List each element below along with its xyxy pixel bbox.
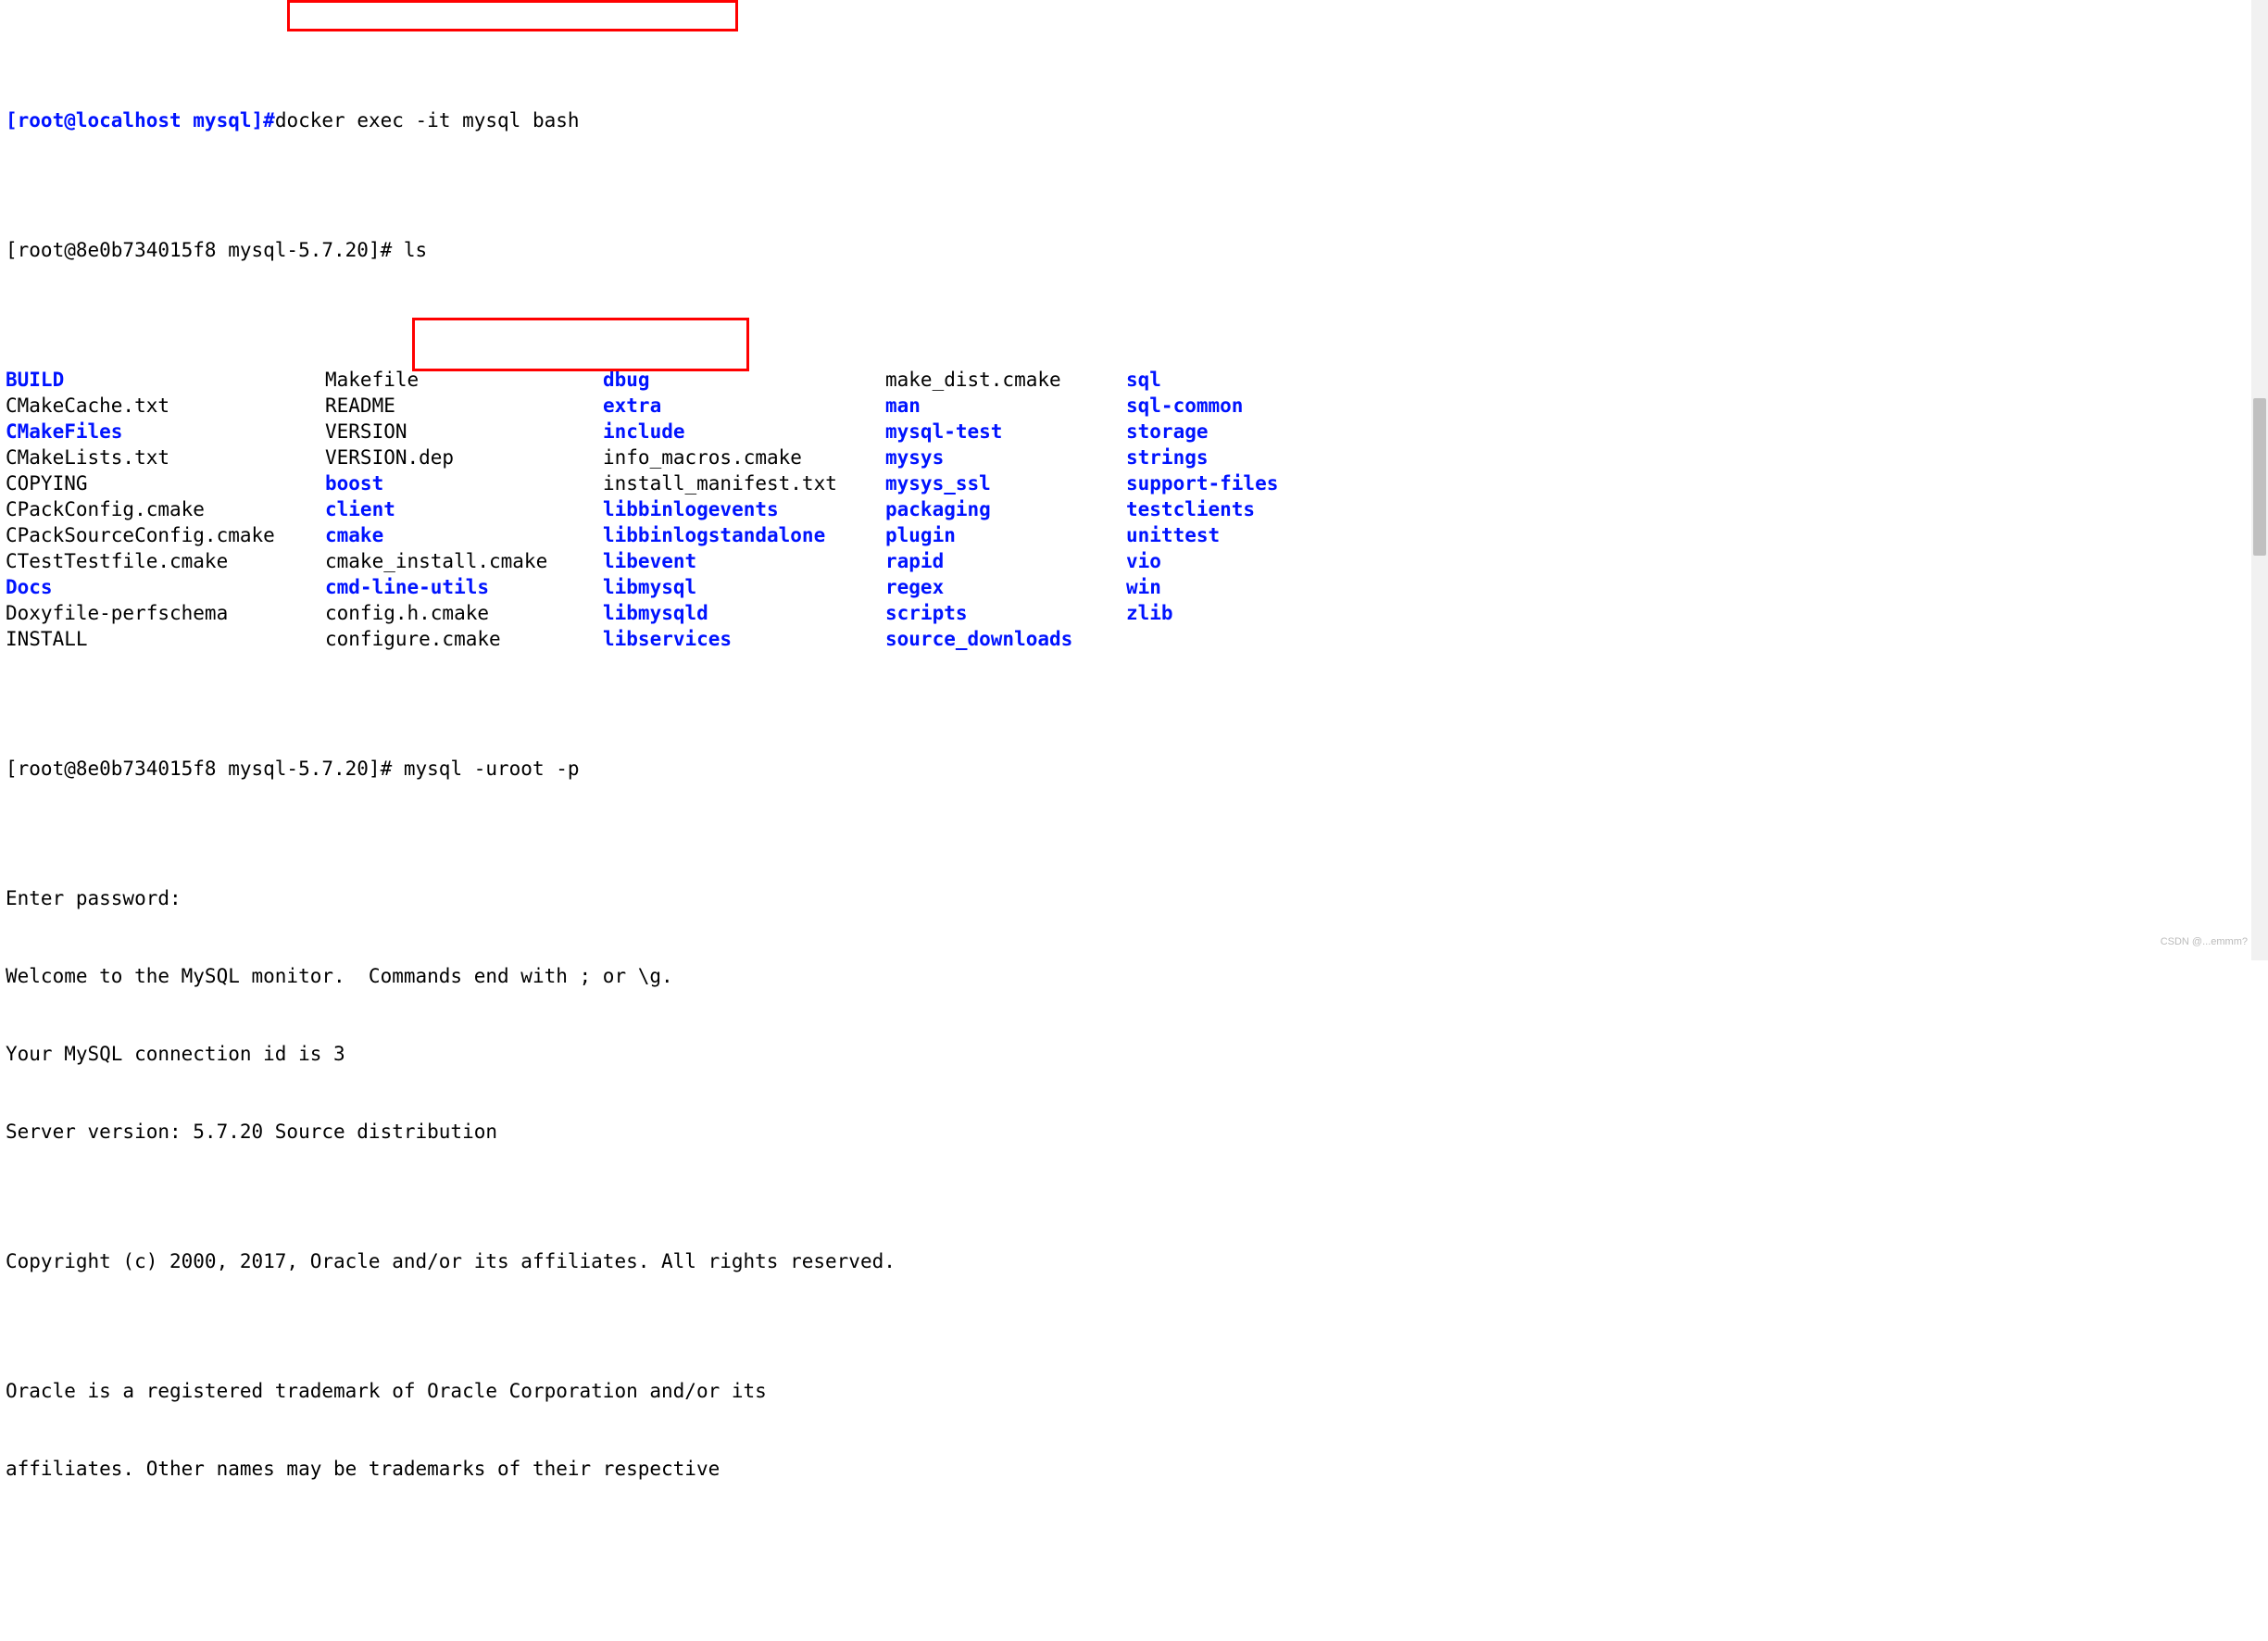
ls-item: unittest [1126, 522, 2262, 548]
ls-item: sql-common [1126, 393, 2262, 419]
prompt-line-1: [root@localhost mysql]#docker exec -it m… [6, 107, 2262, 133]
mysql-out-4: Server version: 5.7.20 Source distributi… [6, 1119, 2262, 1145]
ls-item: scripts [885, 600, 1126, 626]
ls-item: libbinlogevents [603, 496, 885, 522]
ls-item: install_manifest.txt [603, 470, 885, 496]
ls-item: source_downloads [885, 626, 1126, 652]
ls-item: vio [1126, 548, 2262, 574]
watermark: CSDN @...emmm? [2161, 929, 2248, 955]
ls-item: client [325, 496, 603, 522]
ls-item: libbinlogstandalone [603, 522, 885, 548]
ls-item: boost [325, 470, 603, 496]
prompt-line-2: [root@8e0b734015f8 mysql-5.7.20]# ls [6, 237, 2262, 263]
ls-item: config.h.cmake [325, 600, 603, 626]
ls-item: include [603, 419, 885, 445]
ls-item: Makefile [325, 367, 603, 393]
ls-item: VERSION.dep [325, 445, 603, 470]
prompt3-prefix: [root@8e0b734015f8 mysql-5.7.20]# [6, 758, 404, 780]
ls-item: zlib [1126, 600, 2262, 626]
ls-item: CPackSourceConfig.cmake [6, 522, 325, 548]
ls-item: cmake [325, 522, 603, 548]
cmd-docker-exec: docker exec -it mysql bash [275, 109, 580, 132]
ls-item: sql [1126, 367, 2262, 393]
ls-item: packaging [885, 496, 1126, 522]
ls-item: storage [1126, 419, 2262, 445]
mysql-out-6: Copyright (c) 2000, 2017, Oracle and/or … [6, 1248, 2262, 1274]
ls-item: regex [885, 574, 1126, 600]
ls-item: CMakeFiles [6, 419, 325, 445]
cmd-mysql: mysql -uroot -p [404, 758, 580, 780]
ls-listing: BUILDMakefiledbugmake_dist.cmakesql CMake… [6, 367, 2262, 652]
prompt-hash: # [263, 109, 275, 132]
ls-item: README [325, 393, 603, 419]
ls-item: cmd-line-utils [325, 574, 603, 600]
ls-item: INSTALL [6, 626, 325, 652]
ls-item: win [1126, 574, 2262, 600]
ls-item: CMakeCache.txt [6, 393, 325, 419]
terminal-output[interactable]: [root@localhost mysql]#docker exec -it m… [0, 0, 2268, 1641]
ls-item: libservices [603, 626, 885, 652]
ls-item: libmysql [603, 574, 885, 600]
mysql-out-8: Oracle is a registered trademark of Orac… [6, 1378, 2262, 1404]
prompt2-prefix: [root@8e0b734015f8 mysql-5.7.20]# [6, 239, 404, 261]
ls-item: libmysqld [603, 600, 885, 626]
ls-item: CTestTestfile.cmake [6, 548, 325, 574]
cmd-ls: ls [404, 239, 427, 261]
mysql-out-9: affiliates. Other names may be trademark… [6, 1456, 2262, 1482]
ls-item: mysys_ssl [885, 470, 1126, 496]
ls-item: extra [603, 393, 885, 419]
ls-item: make_dist.cmake [885, 367, 1126, 393]
ls-item: CPackConfig.cmake [6, 496, 325, 522]
ls-item: strings [1126, 445, 2262, 470]
scrollbar-vertical[interactable] [2251, 0, 2268, 960]
highlight-mysql-login [412, 318, 749, 371]
ls-item: COPYING [6, 470, 325, 496]
ls-item: configure.cmake [325, 626, 603, 652]
ls-item: dbug [603, 367, 885, 393]
mysql-out-1: Enter password: [6, 885, 2262, 911]
ls-item: testclients [1126, 496, 2262, 522]
mysql-out-2: Welcome to the MySQL monitor. Commands e… [6, 963, 2262, 989]
highlight-docker-exec [287, 0, 738, 31]
ls-item [1126, 626, 2262, 652]
ls-item: Docs [6, 574, 325, 600]
ls-item: cmake_install.cmake [325, 548, 603, 574]
ls-item: BUILD [6, 367, 325, 393]
ls-item: libevent [603, 548, 885, 574]
mysql-out-3: Your MySQL connection id is 3 [6, 1041, 2262, 1067]
prompt-line-3: [root@8e0b734015f8 mysql-5.7.20]# mysql … [6, 756, 2262, 782]
ls-item: support-files [1126, 470, 2262, 496]
ls-item: info_macros.cmake [603, 445, 885, 470]
ls-item: plugin [885, 522, 1126, 548]
prompt-prefix: [root@localhost mysql] [6, 109, 263, 132]
scrollbar-thumb[interactable] [2253, 398, 2266, 556]
ls-item: VERSION [325, 419, 603, 445]
ls-item: mysql-test [885, 419, 1126, 445]
ls-item: Doxyfile-perfschema [6, 600, 325, 626]
ls-item: man [885, 393, 1126, 419]
ls-item: rapid [885, 548, 1126, 574]
ls-item: CMakeLists.txt [6, 445, 325, 470]
ls-item: mysys [885, 445, 1126, 470]
